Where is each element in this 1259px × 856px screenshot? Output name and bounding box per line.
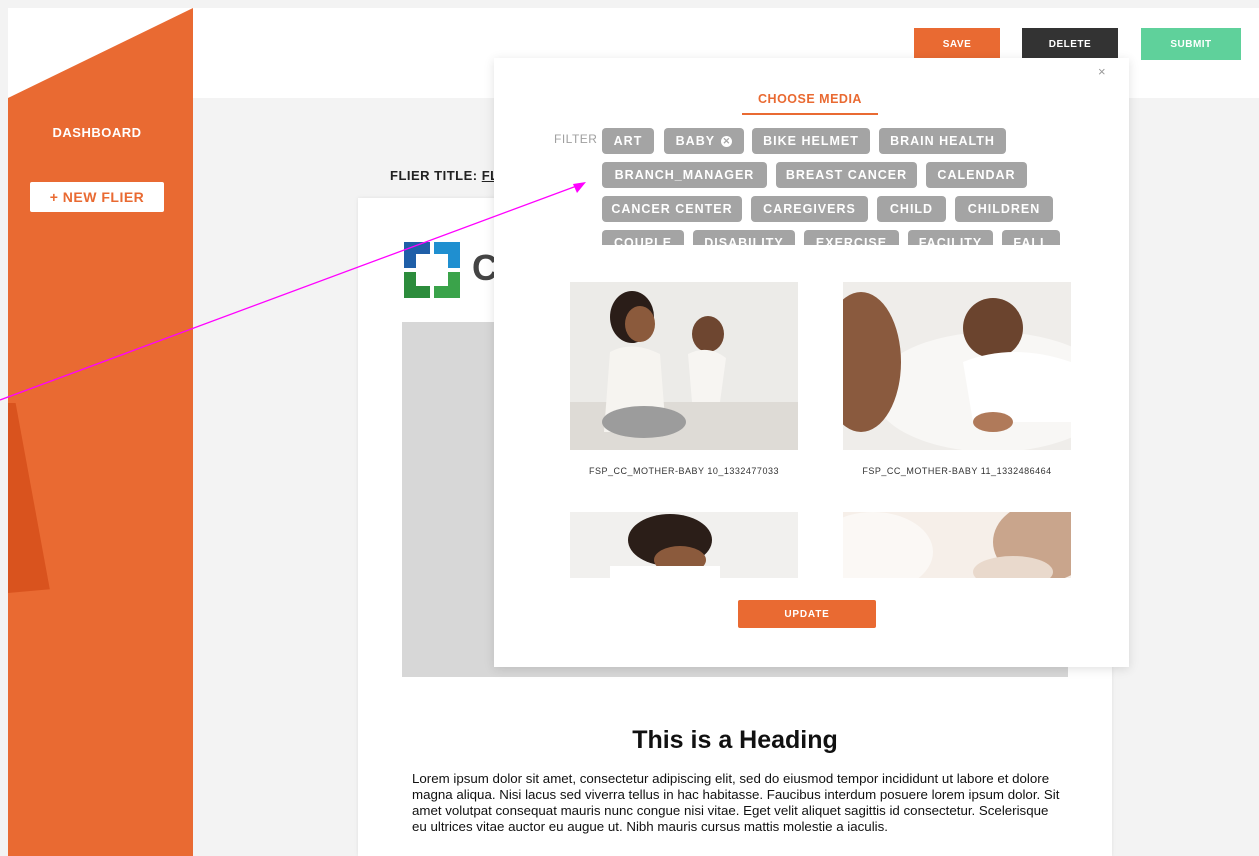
media-thumbnail[interactable] <box>570 282 798 450</box>
filter-tag-brain-health[interactable]: BRAIN HEALTH <box>879 128 1006 154</box>
tag-label: FACILITY <box>918 236 983 245</box>
filter-tag-branch-manager[interactable]: BRANCH_MANAGER <box>602 162 767 188</box>
sidebar-item-dashboard[interactable]: DASHBOARD <box>8 125 186 140</box>
tag-label: CAREGIVERS <box>763 202 856 216</box>
filter-tag-art[interactable]: ART <box>602 128 654 154</box>
tag-label: DISABILITY <box>704 236 784 245</box>
filter-tag-cancer-center[interactable]: CANCER CENTER <box>602 196 742 222</box>
flier-heading[interactable]: This is a Heading <box>358 726 1112 755</box>
media-thumbnail[interactable] <box>843 512 1071 578</box>
media-caption: FSP_CC_MOTHER-BABY 11_1332486464 <box>862 466 1052 476</box>
tag-label: CHILD <box>889 202 934 216</box>
submit-button[interactable]: SUBMIT <box>1141 28 1241 60</box>
logo <box>404 242 460 298</box>
sidebar: DASHBOARD + NEW FLIER <box>8 8 193 856</box>
media-item[interactable]: FSP_CC_MOTHER-BABY 11_1332486464 <box>843 282 1071 476</box>
close-icon[interactable]: × <box>1098 64 1106 79</box>
tag-label: CHILDREN <box>967 202 1041 216</box>
save-button[interactable]: SAVE <box>914 28 1000 60</box>
tag-label: BRANCH_MANAGER <box>614 168 755 182</box>
filter-tag-exercise[interactable]: EXERCISE <box>804 230 899 245</box>
sidebar-decorative-shape <box>8 403 50 593</box>
media-item[interactable] <box>570 512 798 578</box>
tag-label: BRAIN HEALTH <box>890 134 995 148</box>
tag-label: BIKE HELMET <box>763 134 859 148</box>
media-thumbnail[interactable] <box>570 512 798 578</box>
tag-label: CALENDAR <box>937 168 1016 182</box>
modal-title: CHOOSE MEDIA <box>742 92 878 115</box>
tag-label: COUPLE <box>613 236 673 245</box>
tag-label: ART <box>613 134 643 148</box>
tag-label: CANCER CENTER <box>611 202 733 216</box>
filter-tags: ART BABY ✕ BIKE HELMET BRAIN HEALTH BRAN… <box>598 124 1068 245</box>
filter-tag-couple[interactable]: COUPLE <box>602 230 684 245</box>
update-button[interactable]: UPDATE <box>738 600 876 628</box>
flier-body-text[interactable]: Lorem ipsum dolor sit amet, consectetur … <box>412 771 1062 835</box>
filter-tag-disability[interactable]: DISABILITY <box>693 230 795 245</box>
new-flier-button[interactable]: + NEW FLIER <box>30 182 164 212</box>
delete-button[interactable]: DELETE <box>1022 28 1118 60</box>
remove-tag-icon[interactable]: ✕ <box>721 136 733 148</box>
media-grid: FSP_CC_MOTHER-BABY 10_1332477033 FSP_CC_… <box>558 276 1078 578</box>
filter-tag-calendar[interactable]: CALENDAR <box>926 162 1027 188</box>
flier-title-field[interactable]: FLIER TITLE: FL <box>390 168 499 183</box>
media-item[interactable]: FSP_CC_MOTHER-BABY 10_1332477033 <box>570 282 798 476</box>
media-item[interactable] <box>843 512 1071 578</box>
filter-tag-baby[interactable]: BABY ✕ <box>664 128 744 154</box>
media-caption: FSP_CC_MOTHER-BABY 10_1332477033 <box>589 466 779 476</box>
filter-tag-children[interactable]: CHILDREN <box>955 196 1053 222</box>
flier-title-label: FLIER TITLE: <box>390 168 478 183</box>
filter-tag-caregivers[interactable]: CAREGIVERS <box>751 196 868 222</box>
filter-tag-bike-helmet[interactable]: BIKE HELMET <box>752 128 870 154</box>
filter-tag-breast-cancer[interactable]: BREAST CANCER <box>776 162 917 188</box>
tag-label: EXERCISE <box>815 236 888 245</box>
filter-tag-child[interactable]: CHILD <box>877 196 946 222</box>
tag-label: BABY <box>675 134 715 148</box>
tag-label: FALL <box>1013 236 1049 245</box>
media-thumbnail[interactable] <box>843 282 1071 450</box>
filter-tag-facility[interactable]: FACILITY <box>908 230 993 245</box>
tag-label: BREAST CANCER <box>785 168 908 182</box>
sidebar-corner-shape <box>8 8 193 98</box>
filter-tag-fall[interactable]: FALL <box>1002 230 1060 245</box>
filter-label: FILTER <box>554 132 598 146</box>
choose-media-modal: × CHOOSE MEDIA FILTER ART BABY ✕ BIKE HE… <box>494 58 1129 667</box>
